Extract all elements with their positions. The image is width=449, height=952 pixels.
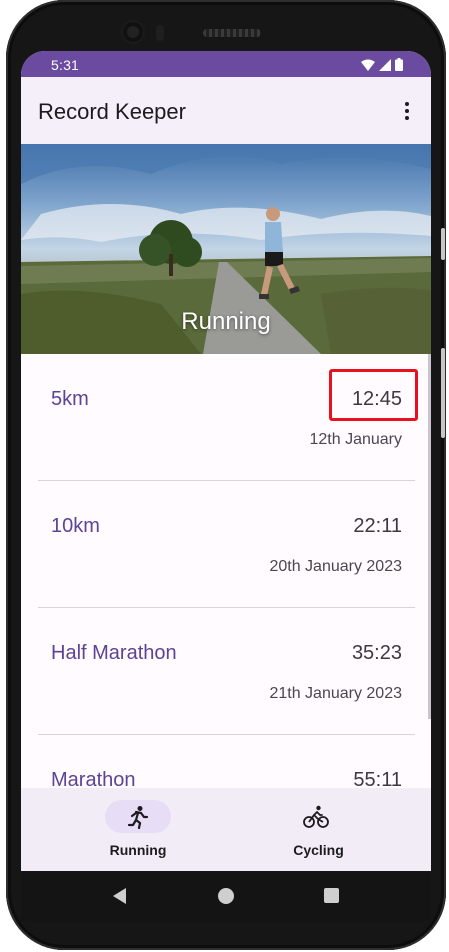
device-frame: 5:31 Record Keeper Running 5km 12:45 12t… xyxy=(0,0,449,952)
hero-image: Running xyxy=(21,144,431,354)
record-name: Half Marathon xyxy=(51,642,177,664)
record-item-5km[interactable]: 5km 12:45 12th January xyxy=(38,354,418,481)
nav-item-cycling[interactable]: Cycling xyxy=(226,788,431,871)
power-button xyxy=(441,228,445,260)
overflow-menu-button[interactable] xyxy=(397,99,417,123)
record-name: 5km xyxy=(51,388,89,410)
record-date: 20th January 2023 xyxy=(269,558,402,575)
nav-label-running: Running xyxy=(109,842,167,858)
record-time: 35:23 xyxy=(351,642,402,664)
overflow-dot-icon xyxy=(405,116,409,120)
running-icon xyxy=(127,806,149,829)
records-list[interactable]: 5km 12:45 12th January 10km 22:11 20th J… xyxy=(21,354,431,788)
battery-icon xyxy=(395,58,403,71)
recents-icon[interactable] xyxy=(324,888,339,903)
app-title: Record Keeper xyxy=(38,99,186,124)
proximity-sensor xyxy=(156,25,164,41)
status-icons xyxy=(361,58,403,71)
earpiece-speaker xyxy=(203,29,261,37)
record-date: 12th January xyxy=(309,431,402,448)
top-app-bar: Record Keeper xyxy=(21,77,431,144)
highlight-box xyxy=(329,369,418,421)
app-screen: 5:31 Record Keeper Running 5km 12:45 12t… xyxy=(21,51,431,871)
bottom-navigation: Running Cycling xyxy=(21,788,431,871)
nav-label-cycling: Cycling xyxy=(293,842,344,858)
status-time: 5:31 xyxy=(51,57,80,73)
scrollbar[interactable] xyxy=(428,354,431,719)
record-item-10km[interactable]: 10km 22:11 20th January 2023 xyxy=(38,481,415,608)
record-time: 55:11 xyxy=(353,769,402,788)
status-bar: 5:31 xyxy=(21,51,431,77)
overflow-dot-icon xyxy=(405,102,409,106)
overflow-dot-icon xyxy=(405,109,409,113)
system-navigation-bar xyxy=(21,871,431,921)
volume-button xyxy=(441,348,445,438)
record-name: 10km xyxy=(51,515,100,537)
record-item-half-marathon[interactable]: Half Marathon 35:23 21th January 2023 xyxy=(38,608,415,735)
bicycle-icon xyxy=(303,805,329,828)
back-icon[interactable] xyxy=(113,888,126,904)
home-icon[interactable] xyxy=(218,888,234,904)
wifi-icon xyxy=(361,59,375,71)
signal-icon xyxy=(379,58,391,71)
nav-item-running[interactable]: Running xyxy=(21,788,226,871)
record-name: Marathon xyxy=(51,769,136,788)
record-item-marathon[interactable]: Marathon 55:11 xyxy=(38,735,415,788)
front-camera xyxy=(123,22,143,42)
record-time: 22:11 xyxy=(353,515,402,537)
record-date: 21th January 2023 xyxy=(269,685,402,702)
hero-caption: Running xyxy=(181,308,271,335)
